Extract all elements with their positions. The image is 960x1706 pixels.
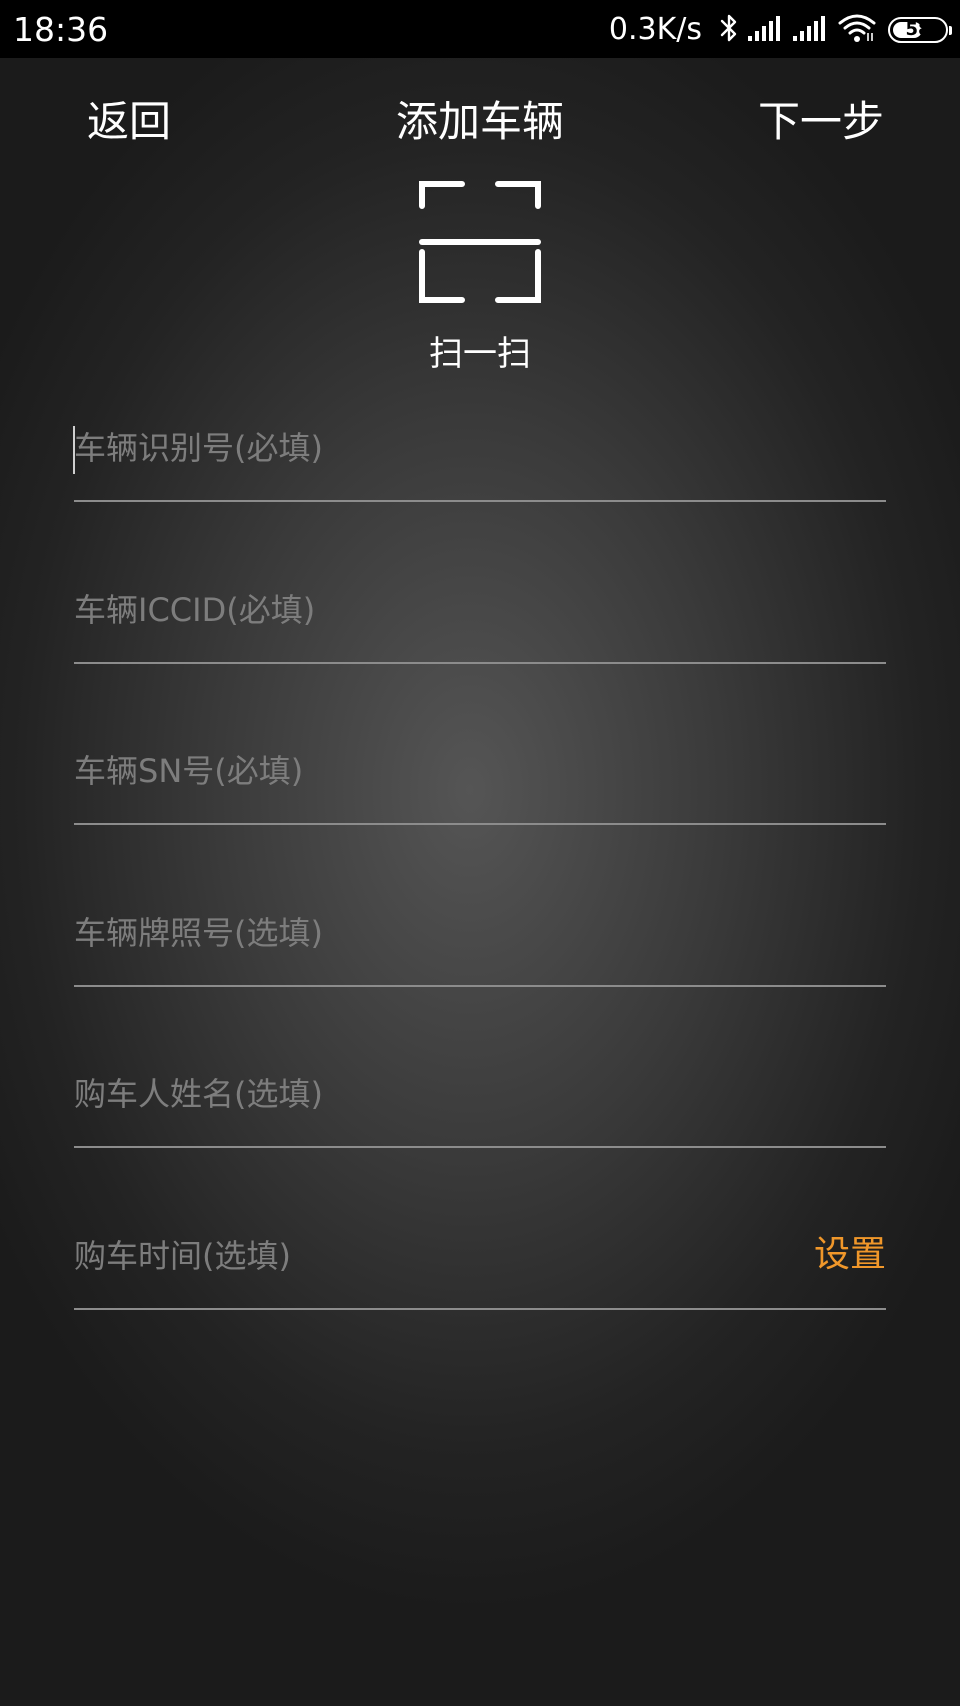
scan-button[interactable]: 扫一扫 bbox=[380, 180, 580, 380]
status-time: 18:36 bbox=[13, 10, 109, 49]
battery-tip bbox=[949, 26, 952, 35]
set-date-button[interactable]: 设置 bbox=[814, 1230, 886, 1280]
status-icons: 0.3K/s 58 bbox=[608, 9, 952, 51]
scan-icon bbox=[419, 181, 541, 303]
bluetooth-icon bbox=[719, 12, 739, 48]
buyer-name-input[interactable] bbox=[74, 1064, 886, 1124]
wifi-icon bbox=[838, 13, 876, 47]
purchase-date-input[interactable] bbox=[74, 1226, 714, 1286]
battery-icon: 58 bbox=[888, 17, 952, 43]
status-bar: 18:36 0.3K/s 58 bbox=[0, 0, 960, 58]
net-speed: 0.3K/s bbox=[608, 12, 702, 47]
purchase-date-field[interactable]: 设置 bbox=[74, 1226, 886, 1310]
text-caret bbox=[73, 426, 75, 474]
signal-icon bbox=[748, 14, 784, 46]
vin-input[interactable] bbox=[74, 418, 886, 478]
scan-label: 扫一扫 bbox=[429, 334, 531, 374]
back-button[interactable]: 返回 bbox=[87, 94, 171, 150]
sn-input[interactable] bbox=[74, 741, 886, 801]
plate-field[interactable] bbox=[74, 903, 886, 987]
next-step-button[interactable]: 下一步 bbox=[758, 94, 884, 150]
buyer-name-field[interactable] bbox=[74, 1064, 886, 1148]
sn-field[interactable] bbox=[74, 741, 886, 825]
iccid-input[interactable] bbox=[74, 580, 886, 640]
iccid-field[interactable] bbox=[74, 580, 886, 664]
vin-field[interactable] bbox=[73, 418, 886, 502]
signal-icon bbox=[793, 14, 829, 46]
plate-input[interactable] bbox=[74, 903, 886, 963]
battery-level: 58 bbox=[905, 19, 931, 40]
